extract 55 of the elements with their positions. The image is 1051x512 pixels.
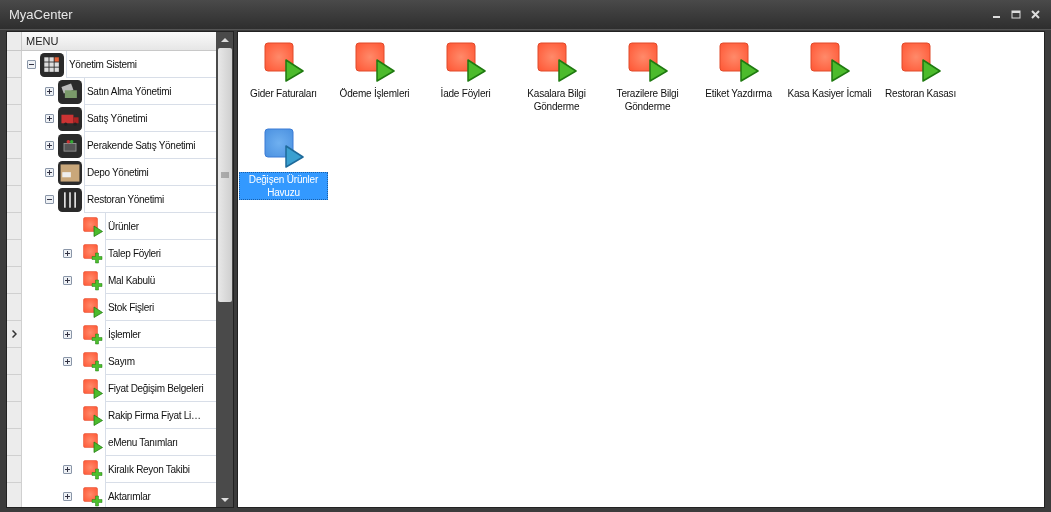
- tile-label[interactable]: Terazilere Bilgi Gönderme: [603, 86, 692, 114]
- folder-task-icon: [83, 459, 103, 480]
- tile-label[interactable]: İade Föyleri: [421, 86, 510, 101]
- folder-task-icon: [83, 324, 103, 345]
- grid-module-icon: [40, 52, 64, 77]
- folder-task-icon: [83, 486, 103, 507]
- collapse-toggle[interactable]: [27, 60, 36, 69]
- task-icon: [445, 42, 486, 82]
- tags-module-icon: [58, 79, 82, 104]
- chevron-right-icon: [11, 330, 17, 338]
- scrollbar-thumb[interactable]: [217, 48, 232, 302]
- expand-toggle[interactable]: [45, 168, 54, 177]
- tile-label[interactable]: Restoran Kasası: [876, 86, 965, 101]
- expand-toggle[interactable]: [45, 114, 54, 123]
- task-icon: [809, 42, 850, 82]
- header-corner: [7, 32, 22, 51]
- folder-task-icon: [83, 351, 103, 372]
- expand-toggle[interactable]: [63, 357, 72, 366]
- task-icon: [627, 42, 668, 82]
- task-icon: [900, 42, 941, 82]
- task-icon: [83, 378, 103, 399]
- expand-toggle[interactable]: [63, 249, 72, 258]
- tile-label[interactable]: Kasa Kasiyer İcmali: [785, 86, 874, 101]
- tile-label[interactable]: Gider Faturaları: [239, 86, 328, 101]
- folder-task-icon: [83, 270, 103, 291]
- task-icon: [83, 432, 103, 453]
- task-icon: [718, 42, 759, 82]
- tile-label[interactable]: Etiket Yazdırma: [694, 86, 783, 101]
- task-icon: [263, 128, 304, 168]
- task-icon: [83, 405, 103, 426]
- collapse-toggle[interactable]: [45, 195, 54, 204]
- maximize-icon[interactable]: [1011, 10, 1021, 19]
- tile-label[interactable]: Kasalara Bilgi Gönderme: [512, 86, 601, 114]
- expand-toggle[interactable]: [63, 492, 72, 501]
- expand-toggle[interactable]: [63, 465, 72, 474]
- scrollbar[interactable]: [216, 32, 233, 507]
- box-module-icon: [58, 160, 82, 185]
- folder-task-icon: [83, 243, 103, 264]
- basket-module-icon: [58, 133, 82, 158]
- close-icon[interactable]: [1031, 10, 1040, 19]
- menu-column-header: MENU: [22, 32, 216, 51]
- tile-label[interactable]: Ödeme İşlemleri: [330, 86, 419, 101]
- task-icon: [263, 42, 304, 82]
- task-icon: [83, 216, 103, 237]
- expand-toggle[interactable]: [63, 330, 72, 339]
- grip-icon: [220, 172, 229, 178]
- task-icon: [536, 42, 577, 82]
- expand-toggle[interactable]: [45, 87, 54, 96]
- expand-toggle[interactable]: [63, 276, 72, 285]
- window-title: MyaCenter: [9, 5, 73, 24]
- task-icon: [83, 297, 103, 318]
- truck-module-icon: [58, 106, 82, 131]
- expand-toggle[interactable]: [45, 141, 54, 150]
- cutlery-module-icon: [58, 187, 82, 212]
- task-icon: [354, 42, 395, 82]
